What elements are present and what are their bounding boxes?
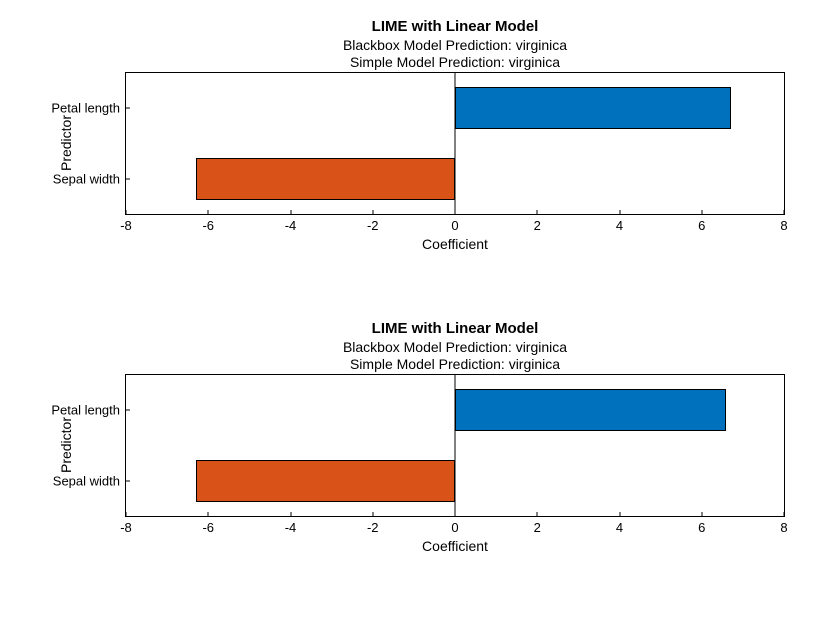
- x-tick-mark: [372, 512, 373, 517]
- chart-panel-2: LIME with Linear Model Blackbox Model Pr…: [125, 320, 785, 517]
- y-tick-mark: [125, 480, 130, 481]
- x-tick-label: 0: [451, 520, 458, 535]
- figure: LIME with Linear Model Blackbox Model Pr…: [0, 0, 840, 630]
- x-tick-mark: [537, 512, 538, 517]
- x-tick-label: -6: [202, 218, 214, 233]
- x-tick-mark: [290, 512, 291, 517]
- bar: [455, 389, 726, 431]
- y-tick-label: Petal length: [51, 403, 120, 418]
- x-tick-label: -4: [285, 218, 297, 233]
- x-tick-mark: [455, 512, 456, 517]
- x-tick-mark: [208, 512, 209, 517]
- x-tick-label: -4: [285, 520, 297, 535]
- x-tick-mark: [537, 210, 538, 215]
- chart-panel-1: LIME with Linear Model Blackbox Model Pr…: [125, 18, 785, 215]
- y-tick-mark: [125, 410, 130, 411]
- x-tick-mark: [208, 210, 209, 215]
- plot-area-1: Predictor Coefficient -8-6-4-202468Petal…: [125, 72, 785, 215]
- chart-titles-1: LIME with Linear Model Blackbox Model Pr…: [125, 18, 785, 72]
- x-axis-label: Coefficient: [422, 236, 488, 252]
- x-tick-label: 0: [451, 218, 458, 233]
- chart-subtitle-1: Blackbox Model Prediction: virginica: [125, 37, 785, 55]
- x-tick-label: 6: [698, 520, 705, 535]
- x-tick-label: 4: [616, 218, 623, 233]
- x-tick-label: -8: [120, 218, 132, 233]
- bar: [196, 460, 455, 502]
- x-tick-label: -2: [367, 218, 379, 233]
- chart-subtitle-2: Simple Model Prediction: virginica: [125, 356, 785, 374]
- x-tick-label: 2: [534, 218, 541, 233]
- chart-subtitle-2: Simple Model Prediction: virginica: [125, 54, 785, 72]
- x-tick-mark: [784, 210, 785, 215]
- chart-title: LIME with Linear Model: [125, 18, 785, 37]
- y-axis-label: Predictor: [58, 417, 74, 473]
- x-tick-mark: [372, 210, 373, 215]
- y-tick-mark: [125, 108, 130, 109]
- y-tick-mark: [125, 178, 130, 179]
- bar: [455, 87, 731, 129]
- chart-titles-2: LIME with Linear Model Blackbox Model Pr…: [125, 320, 785, 374]
- chart-title: LIME with Linear Model: [125, 320, 785, 339]
- x-tick-mark: [619, 512, 620, 517]
- x-tick-mark: [701, 512, 702, 517]
- y-tick-label: Petal length: [51, 101, 120, 116]
- x-tick-mark: [455, 210, 456, 215]
- x-tick-label: 6: [698, 218, 705, 233]
- x-tick-mark: [784, 512, 785, 517]
- x-tick-label: -8: [120, 520, 132, 535]
- y-axis-label: Predictor: [58, 115, 74, 171]
- x-tick-label: -2: [367, 520, 379, 535]
- bar: [196, 158, 455, 200]
- x-tick-label: 2: [534, 520, 541, 535]
- x-axis-label: Coefficient: [422, 538, 488, 554]
- y-tick-label: Sepal width: [53, 171, 120, 186]
- x-tick-mark: [290, 210, 291, 215]
- x-tick-mark: [126, 210, 127, 215]
- chart-subtitle-1: Blackbox Model Prediction: virginica: [125, 339, 785, 357]
- plot-area-2: Predictor Coefficient -8-6-4-202468Petal…: [125, 374, 785, 517]
- y-tick-label: Sepal width: [53, 473, 120, 488]
- x-tick-label: 8: [780, 218, 787, 233]
- x-tick-label: -6: [202, 520, 214, 535]
- x-tick-mark: [619, 210, 620, 215]
- x-tick-mark: [126, 512, 127, 517]
- x-tick-mark: [701, 210, 702, 215]
- x-tick-label: 4: [616, 520, 623, 535]
- x-tick-label: 8: [780, 520, 787, 535]
